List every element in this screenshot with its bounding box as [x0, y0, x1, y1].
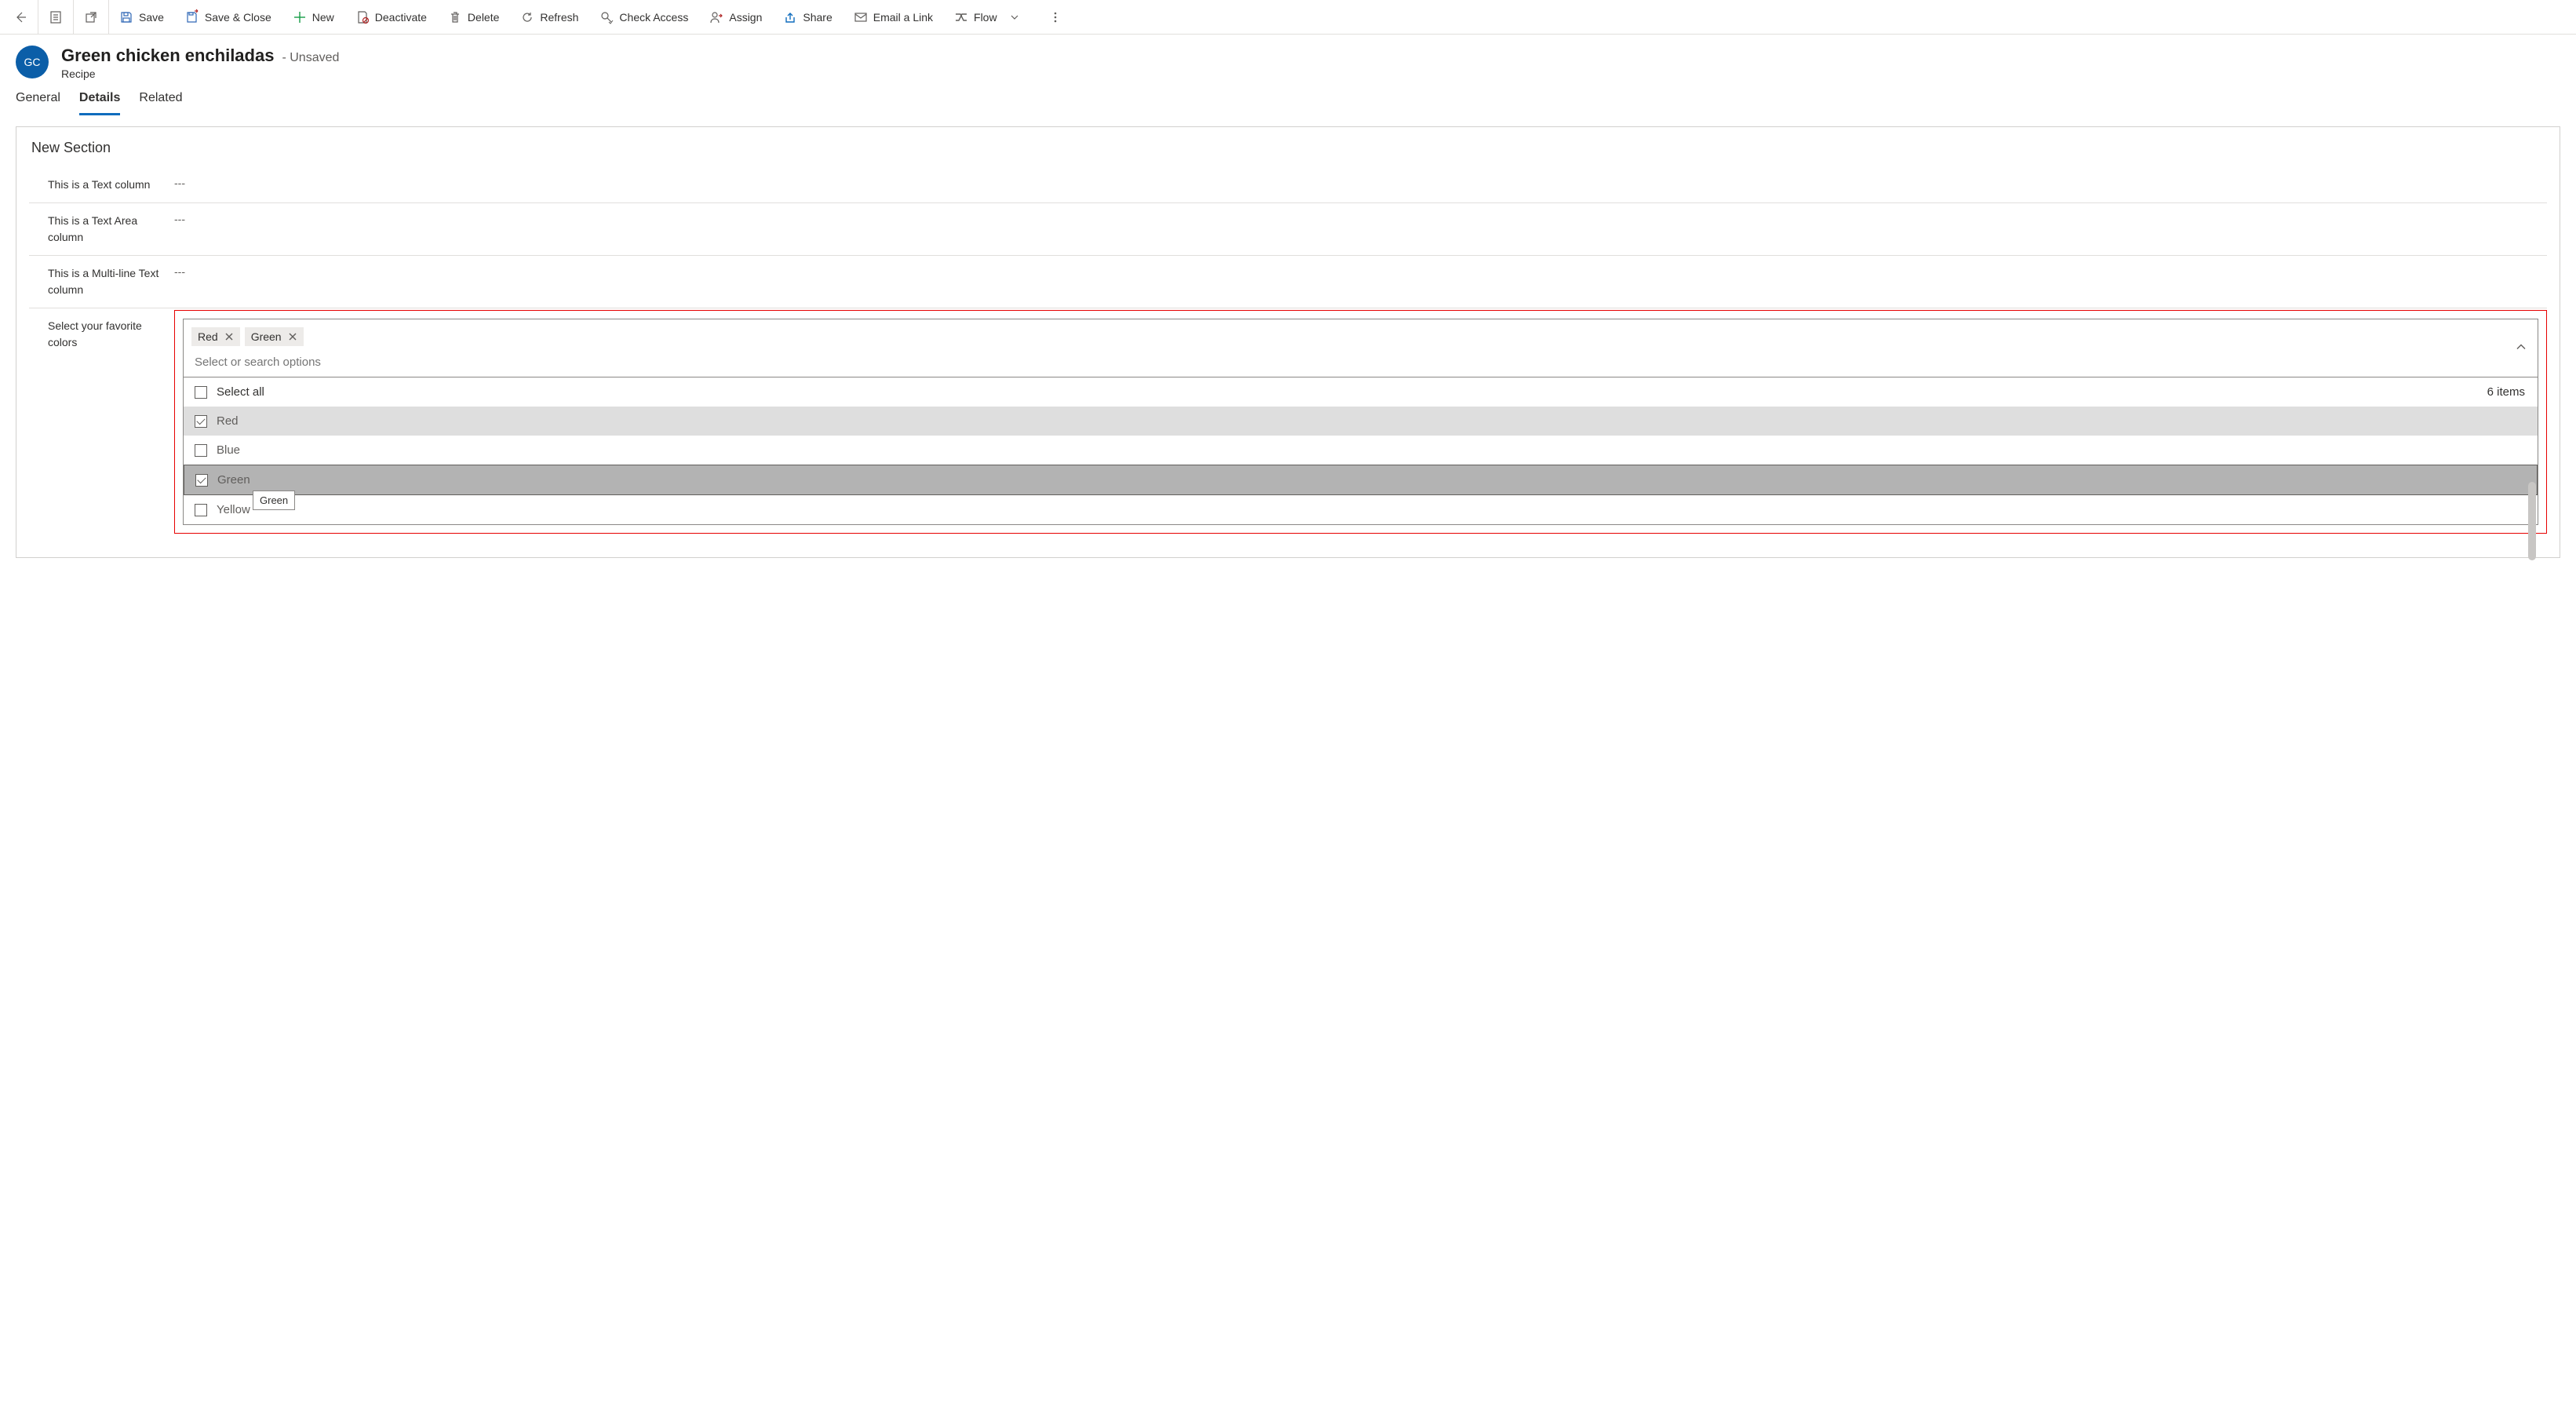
chip-remove-icon[interactable] [288, 332, 297, 341]
field-label: Select your favorite colors [29, 318, 174, 534]
chip-red: Red [191, 327, 240, 346]
record-status: - Unsaved [282, 51, 339, 65]
refresh-label: Refresh [540, 11, 578, 24]
email-link-button[interactable]: Email a Link [843, 0, 944, 35]
entity-name: Recipe [61, 67, 339, 80]
email-icon [854, 11, 867, 24]
overflow-button[interactable] [1038, 0, 1073, 35]
plus-icon [293, 11, 306, 24]
popout-icon [85, 11, 97, 24]
form-list-icon [49, 11, 62, 24]
form-section: New Section This is a Text column --- Th… [16, 126, 2560, 558]
refresh-button[interactable]: Refresh [510, 0, 589, 35]
option-label: Red [217, 414, 239, 428]
select-all-checkbox[interactable] [195, 386, 207, 399]
check-access-button[interactable]: Check Access [589, 0, 699, 35]
assign-button[interactable]: Assign [699, 0, 773, 35]
checkbox-icon [195, 415, 207, 428]
tooltip: Green [253, 491, 295, 510]
tab-general[interactable]: General [16, 91, 60, 115]
checkbox-icon [195, 504, 207, 516]
save-icon [120, 11, 133, 24]
back-button[interactable] [3, 0, 38, 35]
new-button[interactable]: New [282, 0, 345, 35]
tab-related[interactable]: Related [139, 91, 182, 115]
avatar: GC [16, 46, 49, 78]
save-button[interactable]: Save [109, 0, 175, 35]
record-header: GC Green chicken enchiladas - Unsaved Re… [0, 35, 2576, 83]
assign-icon [710, 11, 723, 24]
assign-label: Assign [729, 11, 762, 24]
select-all-label[interactable]: Select all [217, 385, 264, 399]
flow-icon [955, 11, 967, 24]
field-row-colors: Select your favorite colors Red Green [29, 308, 2547, 557]
chevron-up-icon[interactable] [2516, 341, 2527, 355]
chip-label: Red [198, 330, 218, 343]
command-bar: Save Save & Close New Deactivate Delete … [0, 0, 2576, 35]
share-icon [784, 11, 796, 24]
tab-details[interactable]: Details [79, 91, 120, 115]
field-label: This is a Multi-line Text column [29, 265, 174, 298]
option-label: Yellow [217, 503, 250, 516]
textarea-field[interactable]: --- [174, 213, 2547, 246]
tab-bar: General Details Related [0, 83, 2576, 115]
refresh-icon [521, 11, 534, 24]
field-label: This is a Text column [29, 177, 174, 193]
checkbox-icon [195, 444, 207, 457]
save-label: Save [139, 11, 164, 24]
save-close-icon [186, 11, 199, 24]
chip-remove-icon[interactable] [224, 332, 234, 341]
field-row-text: This is a Text column --- [29, 167, 2547, 203]
email-link-label: Email a Link [873, 11, 933, 24]
share-label: Share [803, 11, 832, 24]
deactivate-button[interactable]: Deactivate [345, 0, 438, 35]
flow-button[interactable]: Flow [944, 0, 1032, 35]
multiselect-highlight: Red Green [174, 310, 2547, 534]
page-title: Green chicken enchiladas [61, 46, 274, 66]
flow-label: Flow [974, 11, 997, 24]
field-label: This is a Text Area column [29, 213, 174, 246]
checkbox-icon [195, 474, 208, 487]
chip-green: Green [245, 327, 304, 346]
chip-label: Green [251, 330, 282, 343]
more-vertical-icon [1049, 11, 1062, 24]
option-blue[interactable]: Blue [184, 436, 2538, 465]
save-close-label: Save & Close [205, 11, 271, 24]
delete-label: Delete [468, 11, 499, 24]
option-yellow[interactable]: Yellow Green [184, 495, 2538, 524]
check-access-label: Check Access [619, 11, 688, 24]
option-green[interactable]: Green [184, 465, 2538, 495]
multiselect-control[interactable]: Red Green [183, 319, 2538, 525]
field-row-textarea: This is a Text Area column --- [29, 203, 2547, 256]
option-label: Green [217, 473, 250, 487]
multiselect-dropdown: Select all 6 items Red Blue [184, 377, 2538, 524]
arrow-left-icon [14, 11, 27, 24]
check-access-icon [600, 11, 613, 24]
save-close-button[interactable]: Save & Close [175, 0, 282, 35]
deactivate-icon [356, 11, 369, 24]
multiselect-header: Select all 6 items [184, 377, 2538, 407]
delete-button[interactable]: Delete [438, 0, 510, 35]
scrollbar-thumb[interactable] [2528, 482, 2536, 560]
form-selector-button[interactable] [38, 0, 73, 35]
field-row-multiline: This is a Multi-line Text column --- [29, 256, 2547, 308]
text-field[interactable]: --- [174, 177, 2547, 193]
option-red[interactable]: Red [184, 407, 2538, 436]
trash-icon [449, 11, 461, 24]
section-title: New Section [29, 140, 2547, 156]
option-label: Blue [217, 443, 240, 457]
multiselect-chipbar: Red Green [184, 319, 2538, 377]
multiline-field[interactable]: --- [174, 265, 2547, 298]
multiselect-search-input[interactable] [190, 349, 2506, 377]
items-count: 6 items [2487, 385, 2525, 399]
avatar-initials: GC [24, 56, 41, 68]
chevron-down-icon [1008, 11, 1021, 24]
new-label: New [312, 11, 334, 24]
popout-button[interactable] [74, 0, 108, 35]
deactivate-label: Deactivate [375, 11, 427, 24]
share-button[interactable]: Share [773, 0, 843, 35]
